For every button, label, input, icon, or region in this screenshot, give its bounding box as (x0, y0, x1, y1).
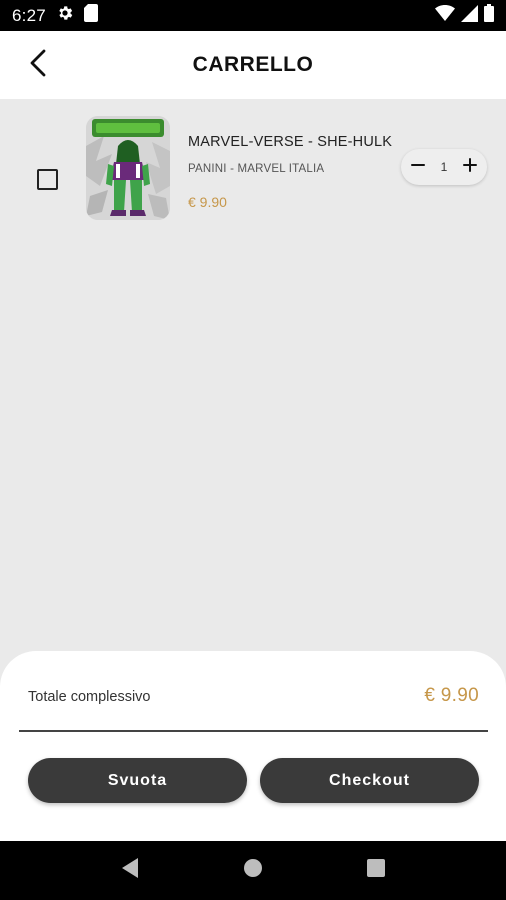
comic-cover-image[interactable] (86, 116, 170, 220)
app-bar: CARRELLO (0, 31, 506, 99)
quantity-stepper: 1 (401, 149, 487, 185)
item-price: € 9.90 (188, 194, 227, 210)
gear-icon (56, 4, 74, 27)
page-title: CARRELLO (192, 53, 314, 76)
back-button[interactable] (18, 45, 58, 85)
item-title[interactable]: MARVEL-VERSE - SHE-HULK (188, 134, 392, 150)
status-left: 6:27 (12, 4, 98, 27)
cart-list: MARVEL-VERSE - SHE-HULK PANINI - MARVEL … (0, 99, 506, 659)
item-publisher: PANINI - MARVEL ITALIA (188, 163, 325, 175)
cart-summary-sheet: Totale complessivo € 9.90 Svuota Checkou… (0, 651, 506, 841)
system-navigation-bar (0, 841, 506, 900)
total-value: € 9.90 (424, 685, 479, 706)
cart-item: MARVEL-VERSE - SHE-HULK PANINI - MARVEL … (0, 111, 506, 221)
nav-back-button[interactable] (110, 851, 150, 891)
decrease-quantity-button[interactable] (407, 156, 429, 178)
divider (19, 730, 488, 732)
battery-icon (484, 4, 494, 27)
increase-quantity-button[interactable] (459, 156, 481, 178)
total-label: Totale complessivo (28, 689, 151, 705)
status-time: 6:27 (12, 5, 46, 25)
empty-cart-button[interactable]: Svuota (28, 758, 247, 803)
signal-icon (461, 4, 478, 27)
status-right (435, 4, 494, 27)
wifi-icon (435, 5, 455, 26)
circle-home-icon (243, 858, 263, 883)
nav-recents-button[interactable] (356, 851, 396, 891)
item-select-checkbox[interactable] (37, 169, 58, 190)
square-recents-icon (367, 859, 386, 882)
quantity-value: 1 (440, 160, 448, 174)
chevron-left-icon (27, 48, 49, 83)
nav-home-button[interactable] (233, 851, 273, 891)
plus-icon (462, 157, 478, 178)
triangle-back-icon (120, 857, 140, 884)
sim-card-icon (83, 4, 98, 27)
status-bar: 6:27 (0, 0, 506, 31)
minus-icon (410, 157, 426, 178)
checkout-button[interactable]: Checkout (260, 758, 479, 803)
